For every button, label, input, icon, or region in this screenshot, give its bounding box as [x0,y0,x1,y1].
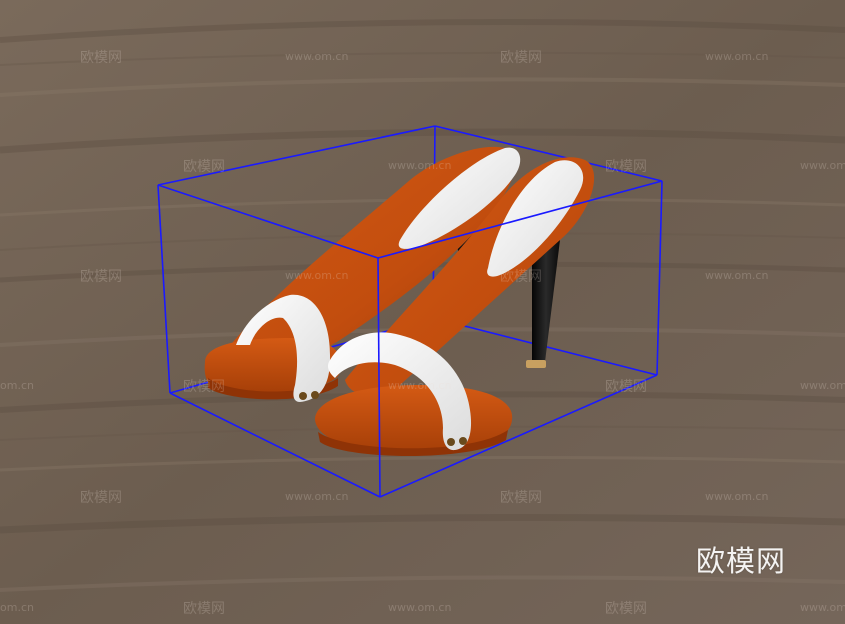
watermark-brand: 欧模网 [500,269,542,285]
watermark-partial-url: om.cn [0,601,34,614]
watermark-url: www.om.cn [285,490,349,503]
watermark-brand: 欧模网 [500,50,542,66]
watermark-url: www.om.cn [705,50,769,63]
watermark-url: www.om.cn [705,269,769,282]
watermark-url: www.om.cn [705,490,769,503]
left-rivet-2 [311,391,319,399]
right-heel-tip [526,360,546,368]
brand-logo: 欧模网 [696,544,787,578]
watermark-url: www.om.cn [800,601,845,614]
render-canvas [0,0,845,624]
right-rivet-1 [447,438,455,446]
watermark-url: www.om.cn [388,159,452,172]
watermark-url: www.om.cn [285,50,349,63]
watermark-brand: 欧模网 [80,490,122,506]
left-rivet-1 [299,392,307,400]
watermark-url: www.om.cn [388,379,452,392]
watermark-brand: 欧模网 [183,601,225,617]
watermark-url: www.om.cn [388,601,452,614]
watermark-url: www.om.cn [800,379,845,392]
watermark-brand: 欧模网 [500,490,542,506]
right-rivet-2 [459,437,467,445]
watermark-brand: 欧模网 [183,159,225,175]
viewport-scene: 欧模网 www.om.cn 欧模网 www.om.cn 欧模网 www.om.c… [0,0,845,624]
watermark-url: www.om.cn [285,269,349,282]
watermark-brand: 欧模网 [605,159,647,175]
watermark-brand: 欧模网 [183,379,225,395]
watermark-brand: 欧模网 [605,379,647,395]
watermark-brand: 欧模网 [605,601,647,617]
watermark-brand: 欧模网 [80,50,122,66]
watermark-url: www.om.cn [800,159,845,172]
watermark-brand: 欧模网 [80,269,122,285]
watermark-partial-url: om.cn [0,379,34,392]
